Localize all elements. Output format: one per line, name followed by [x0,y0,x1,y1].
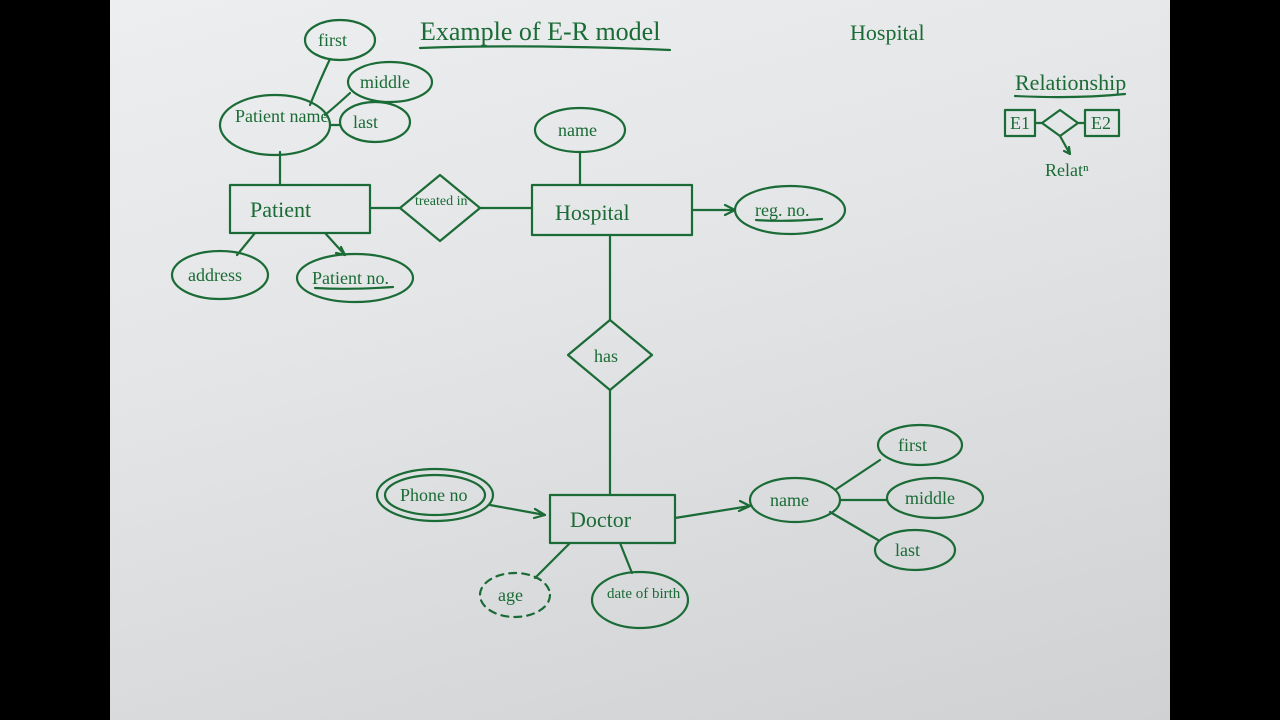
corner-label: Hospital [850,20,925,45]
svg-text:Patient: Patient [250,197,311,222]
legend: Relationship E1 E2 Relatⁿ [1005,70,1126,180]
svg-text:last: last [895,540,920,560]
svg-text:name: name [770,490,809,510]
legend-heading: Relationship [1015,70,1126,95]
svg-text:reg. no.: reg. no. [755,200,809,220]
svg-text:treated in: treated in [415,194,467,209]
svg-text:has: has [594,346,618,366]
svg-text:Phone no: Phone no [400,485,468,505]
er-diagram-canvas: Example of E-R model Hospital Relationsh… [110,0,1170,720]
svg-text:first: first [898,435,927,455]
svg-text:Patient no.: Patient no. [312,268,389,288]
svg-text:Patient name: Patient name [235,106,328,126]
svg-text:middle: middle [360,72,410,92]
whiteboard: Example of E-R model Hospital Relationsh… [110,0,1170,720]
svg-text:date of birth: date of birth [607,586,681,602]
svg-text:address: address [188,265,242,285]
title-underline [420,46,670,50]
diagram-title: Example of E-R model [420,17,660,46]
svg-text:middle: middle [905,488,955,508]
svg-text:age: age [498,585,523,605]
legend-caption: Relatⁿ [1045,160,1089,180]
legend-e2: E2 [1091,113,1111,133]
svg-text:name: name [558,120,597,140]
svg-text:Hospital: Hospital [555,200,630,225]
svg-text:Doctor: Doctor [570,507,632,532]
svg-text:first: first [318,30,347,50]
svg-text:last: last [353,112,378,132]
legend-diamond [1042,110,1078,136]
legend-e1: E1 [1010,113,1030,133]
